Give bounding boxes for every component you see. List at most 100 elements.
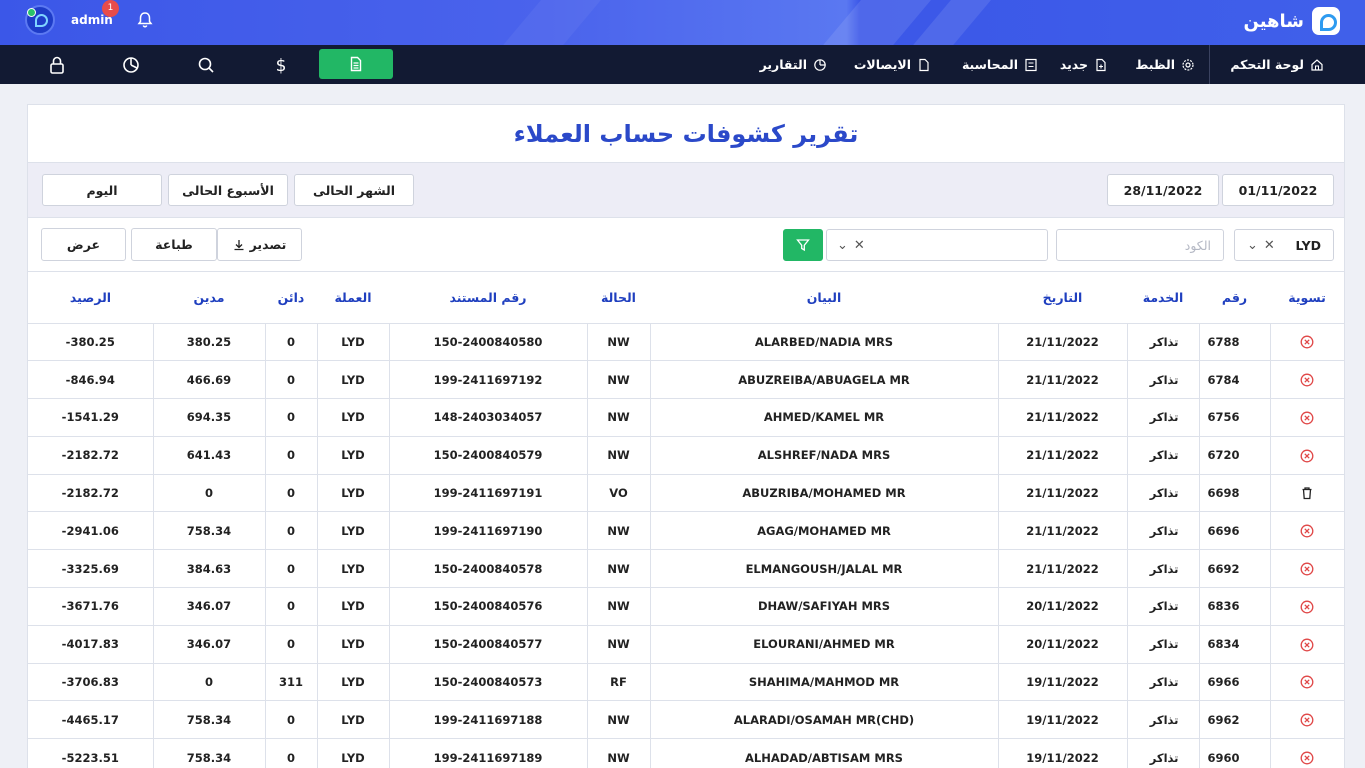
view-button[interactable]: عرض [41,228,126,261]
search-icon[interactable] [196,55,216,75]
chart-pie-icon[interactable] [121,55,141,75]
statements-button[interactable] [319,49,393,79]
col-settle[interactable]: تسوية [1270,272,1344,324]
print-button[interactable]: طباعة [131,228,217,261]
cancel-icon[interactable] [1300,562,1314,576]
clear-icon[interactable]: ✕ [1264,238,1275,253]
current-week-button[interactable]: الأسبوع الحالى [168,174,288,206]
col-status[interactable]: الحالة [587,272,650,324]
cell-currency: LYD [316,323,389,362]
brand[interactable]: شاهين [1244,7,1340,35]
nav-new[interactable]: جديد [1060,45,1108,84]
cell-statement: ALARBED/NADIA MRS [649,323,998,362]
cell-credit: 0 [264,436,317,475]
clear-icon[interactable]: ✕ [854,238,865,253]
chevron-down-icon[interactable]: ⌄ [1247,238,1258,253]
cell-balance: 846.94- [28,360,153,400]
cell-doc-no: 199-2411697190 [388,511,587,551]
col-currency[interactable]: العملة [317,272,389,324]
cell-service: تذاكر [1126,738,1199,768]
receipt-icon [919,58,929,71]
settle-cell [1269,323,1344,362]
settle-cell [1269,549,1344,589]
cancel-icon[interactable] [1300,411,1314,425]
trash-icon[interactable] [1300,486,1314,500]
cell-debit: 346.07 [152,625,265,664]
col-credit[interactable]: دائن [265,272,317,324]
cell-number: 6834 [1198,625,1270,664]
cancel-icon[interactable] [1300,600,1314,614]
nav-accounting[interactable]: المحاسبة [962,45,1038,84]
cancel-icon[interactable] [1300,449,1314,463]
code-input[interactable]: الكود [1056,229,1224,261]
cancel-icon[interactable] [1300,335,1314,349]
cancel-icon[interactable] [1300,751,1314,765]
date-from-field[interactable]: 01/11/2022 [1222,174,1334,206]
col-date[interactable]: التاريخ [998,272,1127,324]
table-row: 6692 تذاكر 21/11/2022 ELMANGOUSH/JALAL MR NW… [28,549,1344,589]
table-row: 6696 تذاكر 21/11/2022 AGAG/MOHAMED MR NW 199-… [28,511,1344,551]
today-button[interactable]: اليوم [42,174,162,206]
avatar[interactable] [25,5,55,35]
main-nav: لوحة التحكم الظبط جديد المحاسبة الايصالا… [0,45,1365,84]
date-to-field[interactable]: 28/11/2022 [1107,174,1219,206]
cell-currency: LYD [316,474,389,513]
cell-status: NW [586,587,650,626]
notification-badge: 1 [102,0,119,17]
cell-currency: LYD [316,663,389,702]
online-status-dot [27,8,36,17]
cell-currency: LYD [316,549,389,589]
cell-number: 6962 [1198,700,1270,740]
cancel-icon[interactable] [1300,675,1314,689]
cell-credit: 0 [264,511,317,551]
nav-settings[interactable]: الظبط [1135,45,1195,84]
nav-receipts[interactable]: الايصالات [854,45,931,84]
cell-statement: DHAW/SAFIYAH MRS [649,587,998,626]
cancel-icon[interactable] [1300,713,1314,727]
cell-service: تذاكر [1126,474,1199,513]
filter-button[interactable] [783,229,823,261]
cell-doc-no: 150-2400840580 [388,323,587,362]
home-icon [1311,58,1323,71]
export-button[interactable]: تصدير [217,228,302,261]
cell-doc-no: 150-2400840576 [388,587,587,626]
nav-reports-label: التقارير [759,57,807,72]
table-row: 6720 تذاكر 21/11/2022 ALSHREF/NADA MRS NW 150… [28,436,1344,475]
settle-cell [1269,511,1344,551]
cell-status: NW [586,323,650,362]
currency-select[interactable]: ⌄ ✕ LYD [1234,229,1334,261]
user-menu[interactable]: admin [25,5,155,35]
cell-status: NW [586,511,650,551]
settle-cell [1269,587,1344,626]
customer-select[interactable]: ⌄ ✕ [826,229,1048,261]
col-debit[interactable]: مدين [153,272,265,324]
col-number[interactable]: رقم [1199,272,1270,324]
settle-cell [1269,663,1344,702]
col-balance[interactable]: الرصيد [28,272,153,324]
cancel-icon[interactable] [1300,373,1314,387]
cell-credit: 0 [264,738,317,768]
cell-number: 6756 [1198,398,1270,437]
lock-icon[interactable] [47,55,67,75]
dollar-icon[interactable]: $ [271,55,291,75]
chevron-down-icon[interactable]: ⌄ [837,238,848,253]
cancel-icon[interactable] [1300,524,1314,538]
cell-currency: LYD [316,436,389,475]
col-service[interactable]: الخدمة [1127,272,1199,324]
cell-doc-no: 199-2411697192 [388,360,587,400]
cell-balance: 4465.17- [28,700,153,740]
cell-number: 6696 [1198,511,1270,551]
current-month-button[interactable]: الشهر الحالى [294,174,414,206]
cell-number: 6698 [1198,474,1270,513]
nav-receipts-label: الايصالات [853,57,911,72]
cell-doc-no: 199-2411697188 [388,700,587,740]
nav-dashboard[interactable]: لوحة التحكم [1230,45,1324,84]
cell-currency: LYD [316,700,389,740]
cancel-icon[interactable] [1300,638,1314,652]
cell-date: 21/11/2022 [997,511,1127,551]
col-statement[interactable]: البيان [650,272,998,324]
notifications-bell-icon[interactable] [135,10,155,30]
nav-reports[interactable]: التقارير [760,45,827,84]
col-doc-no[interactable]: رقم المستند [389,272,587,324]
cell-date: 20/11/2022 [997,587,1127,626]
